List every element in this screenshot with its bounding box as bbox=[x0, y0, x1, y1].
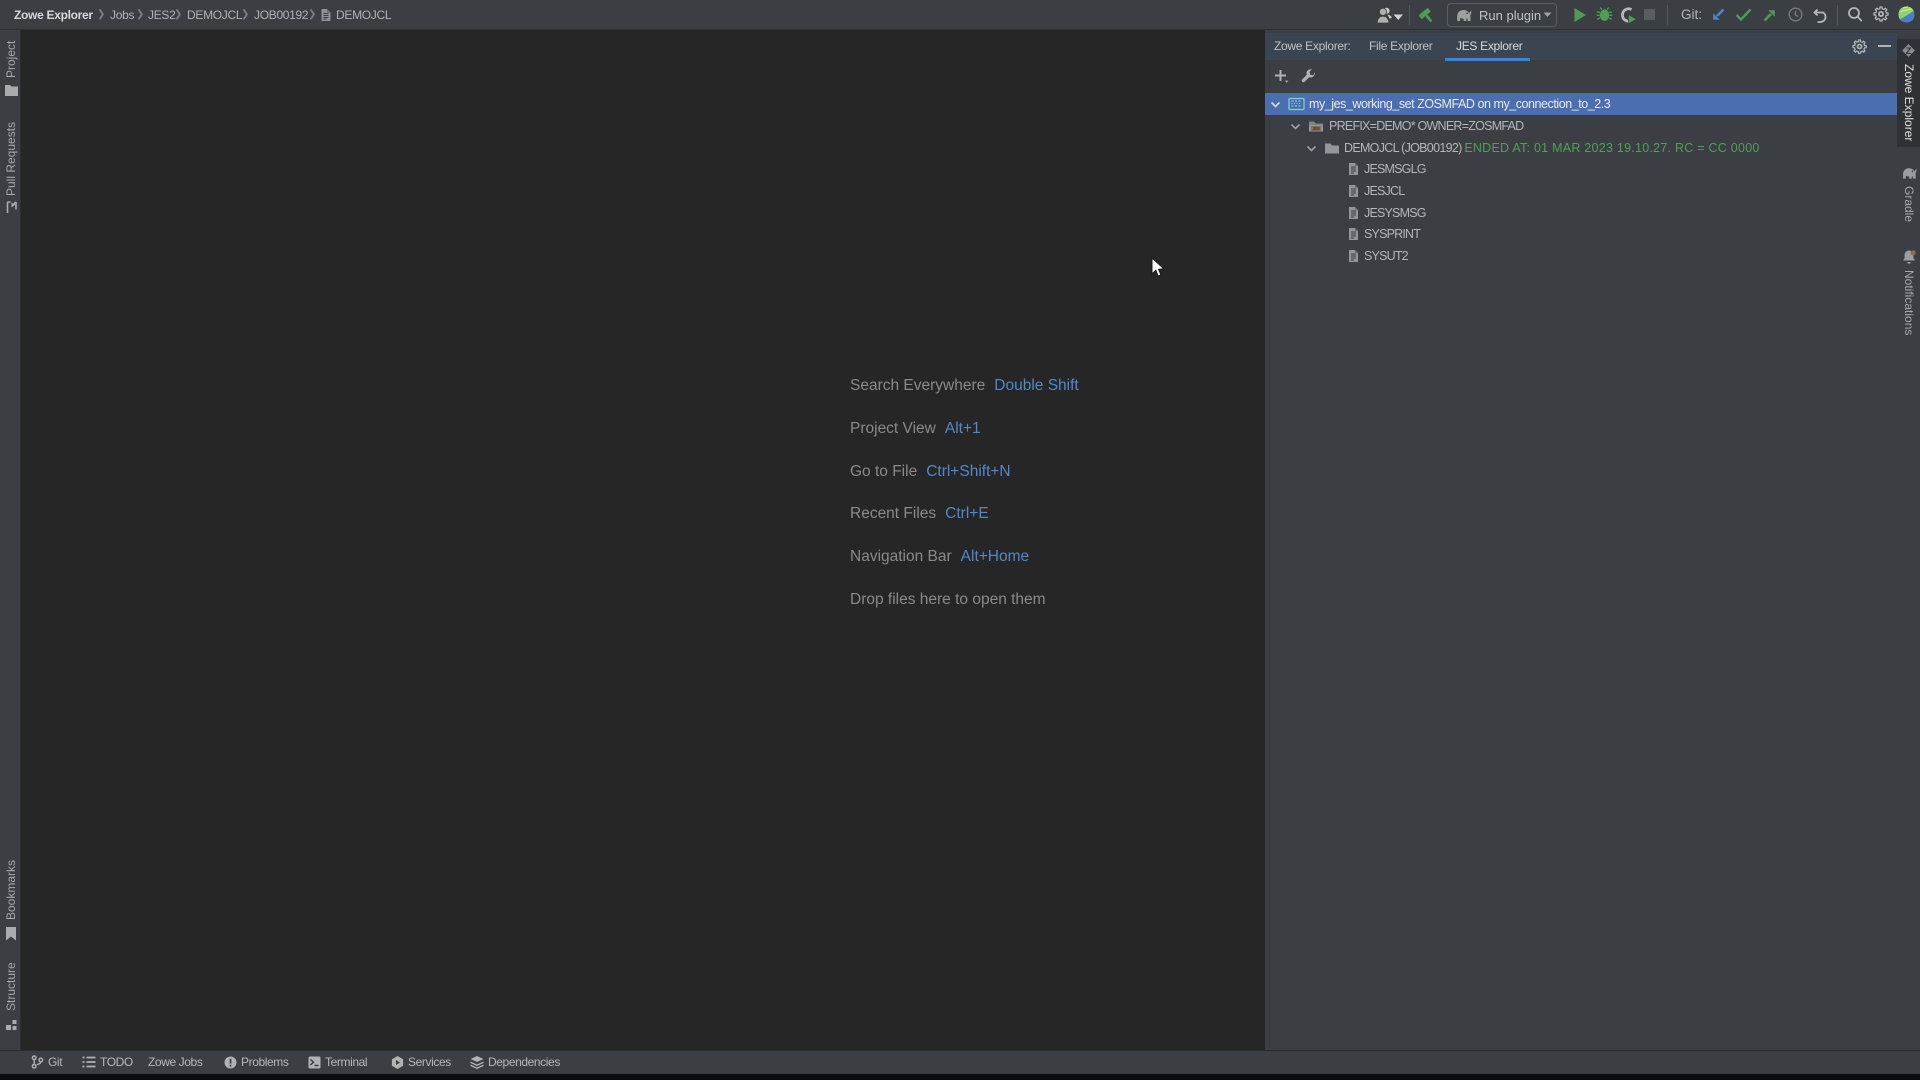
svg-text:Z: Z bbox=[1906, 46, 1912, 57]
svg-text:JES: JES bbox=[1313, 126, 1320, 131]
